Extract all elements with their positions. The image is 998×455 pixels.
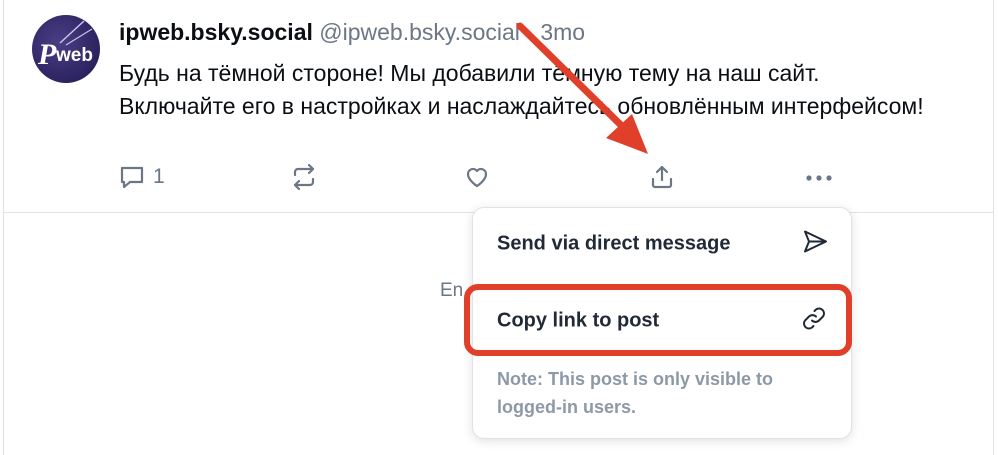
feed-end-text: En [440, 280, 464, 301]
send-via-dm-label: Send via direct message [497, 232, 731, 255]
copy-link-label: Copy link to post [497, 309, 660, 332]
more-dots-icon [803, 163, 835, 191]
author-handle[interactable]: @ipweb.bsky.social [319, 19, 520, 45]
like-button[interactable] [463, 160, 491, 194]
post-actions: 1 [0, 160, 998, 194]
post[interactable]: P web ipweb.bsky.social @ipweb.bsky.soci… [0, 0, 998, 212]
post-time[interactable]: 3mo [540, 19, 585, 45]
share-menu: Send via direct message Copy link to pos… [472, 207, 852, 439]
paper-plane-icon [801, 228, 829, 261]
reply-count: 1 [153, 165, 165, 188]
link-icon [799, 304, 829, 339]
reply-button[interactable]: 1 [118, 160, 165, 194]
repost-icon [290, 163, 318, 191]
repost-button[interactable] [290, 160, 318, 194]
post-header: ipweb.bsky.social @ipweb.bsky.social · 3… [119, 19, 585, 46]
heart-icon [463, 163, 491, 191]
visibility-note: Note: This post is only visible to logge… [497, 369, 774, 417]
avatar-logo-web: web [55, 45, 93, 66]
avatar-logo-p: P [37, 38, 57, 71]
avatar[interactable]: P web [32, 15, 100, 83]
separator-dot: · [526, 19, 534, 45]
copy-link-menu-item[interactable]: Copy link to post [473, 291, 851, 351]
reply-icon [118, 163, 146, 191]
send-via-dm-menu-item[interactable]: Send via direct message [473, 214, 851, 274]
share-icon [648, 163, 676, 191]
share-button[interactable] [648, 160, 676, 194]
post-text: Будь на тёмной стороне! Мы добавили тёмн… [119, 60, 924, 119]
author-name[interactable]: ipweb.bsky.social [119, 19, 313, 45]
more-options-button[interactable] [803, 160, 835, 194]
